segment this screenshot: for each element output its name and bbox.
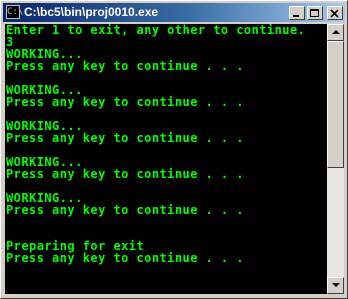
scroll-thumb[interactable] <box>327 41 344 168</box>
console-window: C:\ C:\bc5\bin\proj0010.exe Enter 1 to e… <box>0 0 348 299</box>
maximize-button[interactable] <box>307 6 323 20</box>
close-icon <box>330 9 339 18</box>
console-line: Press any key to continue . . . <box>6 131 244 145</box>
scroll-down-button[interactable] <box>327 277 344 294</box>
console-app-icon[interactable]: C:\ <box>6 5 23 19</box>
title-bar[interactable]: C:\ C:\bc5\bin\proj0010.exe <box>3 3 345 22</box>
console-output[interactable]: Enter 1 to exit, any other to continue. 3… <box>5 24 327 294</box>
window-title: C:\bc5\bin\proj0010.exe <box>24 5 159 19</box>
vertical-scrollbar[interactable] <box>327 24 344 294</box>
scroll-up-button[interactable] <box>327 24 344 41</box>
arrow-up-icon <box>332 30 340 34</box>
maximize-icon <box>310 9 319 17</box>
close-button[interactable] <box>327 6 343 20</box>
console-line: Press any key to continue . . . <box>6 95 244 109</box>
console-line: Press any key to continue . . . <box>6 203 244 217</box>
console-line: Press any key to continue . . . <box>6 251 244 265</box>
console-line: Press any key to continue . . . <box>6 167 244 181</box>
console-line: Press any key to continue . . . <box>6 59 244 73</box>
minimize-button[interactable] <box>289 6 305 20</box>
minimize-icon <box>293 15 299 17</box>
arrow-down-icon <box>332 283 340 287</box>
console-line: Enter 1 to exit, any other to continue. <box>6 24 306 37</box>
console-text: Enter 1 to exit, any other to continue. 3… <box>5 24 327 264</box>
